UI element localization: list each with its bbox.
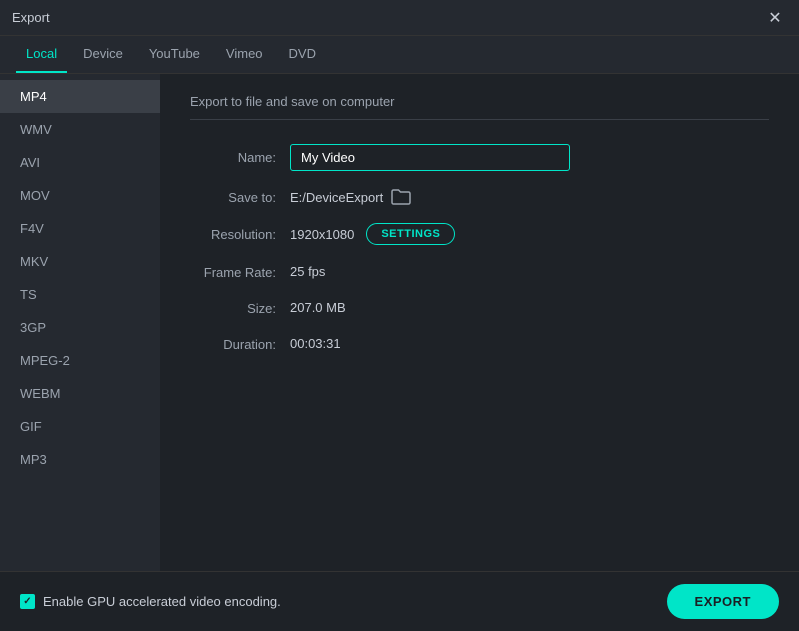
gpu-checkbox[interactable]: ✓ [20,594,35,609]
window-title: Export [12,10,50,25]
sidebar-item-3gp[interactable]: 3GP [0,311,160,344]
tab-vimeo[interactable]: Vimeo [216,36,273,73]
sidebar-item-wmv[interactable]: WMV [0,113,160,146]
sidebar-item-mkv[interactable]: MKV [0,245,160,278]
resolution-value: 1920x1080 [290,227,354,242]
content-area: MP4 WMV AVI MOV F4V MKV TS 3GP MPEG-2 WE… [0,74,799,571]
size-field: 207.0 MB [290,299,769,317]
duration-row: Duration: 00:03:31 [190,335,769,353]
close-button[interactable]: ✕ [763,6,787,30]
tab-dvd[interactable]: DVD [279,36,326,73]
main-panel: Export to file and save on computer Name… [160,74,799,571]
size-value: 207.0 MB [290,300,346,315]
save-to-row: Save to: E:/DeviceExport [190,189,769,205]
sidebar-item-mp3[interactable]: MP3 [0,443,160,476]
folder-icon [391,189,411,205]
duration-field: 00:03:31 [290,335,769,353]
name-input[interactable] [290,144,570,171]
frame-rate-label: Frame Rate: [190,265,290,280]
duration-value: 00:03:31 [290,336,341,351]
resolution-row: Resolution: 1920x1080 SETTINGS [190,223,769,245]
frame-rate-value: 25 fps [290,264,325,279]
sidebar-item-ts[interactable]: TS [0,278,160,311]
frame-rate-field: 25 fps [290,263,769,281]
sidebar: MP4 WMV AVI MOV F4V MKV TS 3GP MPEG-2 WE… [0,74,160,571]
name-label: Name: [190,150,290,165]
settings-button[interactable]: SETTINGS [366,223,455,245]
name-field-wrapper [290,144,769,171]
save-path-text: E:/DeviceExport [290,190,383,205]
resolution-label: Resolution: [190,227,290,242]
title-bar: Export ✕ [0,0,799,36]
size-label: Size: [190,301,290,316]
browse-folder-button[interactable] [391,189,411,205]
nav-tabs: Local Device YouTube Vimeo DVD [0,36,799,74]
save-to-label: Save to: [190,190,290,205]
sidebar-item-mpeg2[interactable]: MPEG-2 [0,344,160,377]
gpu-label-text: Enable GPU accelerated video encoding. [43,594,281,609]
export-button[interactable]: EXPORT [667,584,779,619]
sidebar-item-webm[interactable]: WEBM [0,377,160,410]
tab-youtube[interactable]: YouTube [139,36,210,73]
sidebar-item-mov[interactable]: MOV [0,179,160,212]
save-to-field: E:/DeviceExport [290,189,769,205]
tab-device[interactable]: Device [73,36,133,73]
name-row: Name: [190,144,769,171]
sidebar-item-f4v[interactable]: F4V [0,212,160,245]
sidebar-item-mp4[interactable]: MP4 [0,80,160,113]
size-row: Size: 207.0 MB [190,299,769,317]
resolution-field: 1920x1080 SETTINGS [290,223,769,245]
section-title: Export to file and save on computer [190,94,769,120]
frame-rate-row: Frame Rate: 25 fps [190,263,769,281]
gpu-checkbox-label[interactable]: ✓ Enable GPU accelerated video encoding. [20,594,281,609]
sidebar-item-avi[interactable]: AVI [0,146,160,179]
sidebar-item-gif[interactable]: GIF [0,410,160,443]
footer: ✓ Enable GPU accelerated video encoding.… [0,571,799,631]
tab-local[interactable]: Local [16,36,67,73]
duration-label: Duration: [190,337,290,352]
